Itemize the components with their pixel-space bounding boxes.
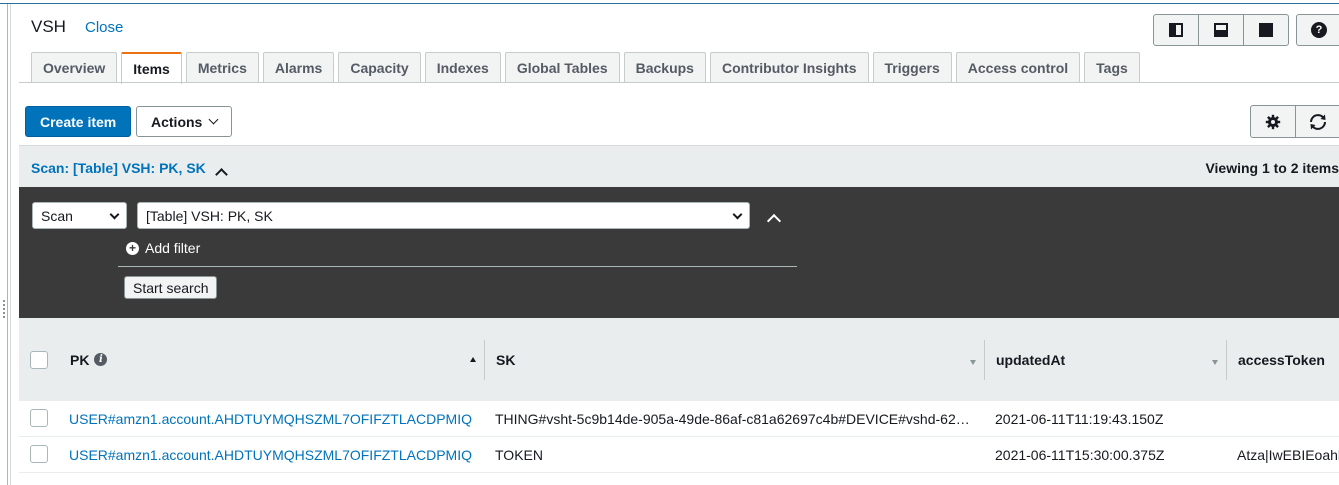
sk-cell: THING#vsht-5c9b14de-905a-49de-86af-c81a6… — [495, 411, 970, 427]
column-resizer[interactable] — [984, 340, 985, 380]
row-checkbox[interactable] — [30, 445, 48, 463]
page-title: VSH — [31, 17, 66, 36]
full-view-icon — [1259, 23, 1273, 37]
tab-alarms[interactable]: Alarms — [262, 52, 335, 83]
table-row[interactable]: USER#amzn1.account.AHDTUYMQHSZML7OFIFZTL… — [19, 401, 1339, 437]
viewing-count: Viewing 1 to 2 items — [1205, 160, 1339, 176]
chevron-down-icon — [109, 209, 120, 220]
pk-cell[interactable]: USER#amzn1.account.AHDTUYMQHSZML7OFIFZTL… — [69, 437, 479, 473]
chevron-down-icon — [732, 209, 743, 220]
main-panel: VSH Close ? Overview Items Metrics Alarm… — [19, 4, 1339, 485]
column-resizer[interactable] — [484, 340, 485, 380]
start-search-button[interactable]: Start search — [124, 276, 218, 299]
scan-mode-select[interactable]: Scan — [32, 202, 127, 229]
refresh-button[interactable] — [1295, 105, 1339, 138]
left-divider — [10, 4, 11, 485]
tab-tags[interactable]: Tags — [1084, 52, 1140, 83]
tab-contributor-insights[interactable]: Contributor Insights — [709, 52, 869, 83]
accesstoken-cell: Atza|IwEBIEoahh — [1237, 447, 1339, 463]
view-toggle-group — [1153, 14, 1289, 46]
chevron-up-icon — [766, 213, 782, 229]
tab-indexes[interactable]: Indexes — [424, 52, 501, 83]
tab-items[interactable]: Items — [121, 52, 182, 84]
scan-target-value: [Table] VSH: PK, SK — [146, 207, 273, 224]
scan-target-select[interactable]: [Table] VSH: PK, SK — [137, 202, 750, 229]
tab-access-control[interactable]: Access control — [955, 52, 1081, 83]
table-header: PK i SK updatedAt accessToken — [19, 318, 1339, 401]
full-view-button[interactable] — [1243, 14, 1289, 46]
tab-overview[interactable]: Overview — [31, 52, 118, 83]
plus-circle-icon: + — [126, 241, 139, 255]
tab-global-tables[interactable]: Global Tables — [504, 52, 620, 83]
updatedat-cell: 2021-06-11T11:19:43.150Z — [995, 411, 1164, 427]
row-checkbox[interactable] — [30, 409, 48, 427]
split-bottom-view-button[interactable] — [1198, 14, 1244, 46]
sort-icon[interactable] — [1212, 360, 1218, 365]
column-label-sk: SK — [496, 351, 516, 368]
resize-handle[interactable] — [3, 300, 5, 318]
help-button[interactable]: ? — [1296, 14, 1339, 46]
column-resizer[interactable] — [1226, 340, 1227, 380]
tab-backups[interactable]: Backups — [623, 52, 706, 83]
column-header-accesstoken[interactable]: accessToken — [1238, 318, 1325, 401]
scan-panel: Scan [Table] VSH: PK, SK + Add filter St… — [19, 187, 1339, 318]
refresh-icon — [1310, 113, 1326, 130]
sk-cell: TOKEN — [495, 447, 543, 463]
help-icon: ? — [1311, 22, 1327, 38]
column-header-updatedat[interactable]: updatedAt — [996, 318, 1065, 401]
left-rail — [0, 4, 8, 485]
tab-triggers[interactable]: Triggers — [872, 52, 952, 83]
split-bottom-icon — [1214, 23, 1228, 37]
chevron-down-icon — [208, 114, 219, 125]
gear-icon — [1265, 114, 1281, 129]
info-icon[interactable]: i — [94, 353, 108, 366]
add-filter-label: Add filter — [145, 240, 201, 256]
create-item-button[interactable]: Create item — [25, 106, 132, 137]
table-tools — [1250, 105, 1339, 138]
scan-mode-value: Scan — [41, 207, 73, 224]
tab-divider — [19, 82, 1339, 83]
column-label-accesstoken: accessToken — [1238, 351, 1325, 368]
updatedat-cell: 2021-06-11T15:30:00.375Z — [995, 447, 1165, 463]
select-all-checkbox-cell — [30, 318, 48, 401]
sort-icon[interactable] — [970, 360, 976, 365]
scan-title[interactable]: Scan: [Table] VSH: PK, SK — [31, 160, 206, 176]
tab-metrics[interactable]: Metrics — [185, 52, 259, 83]
sort-ascending-icon[interactable] — [470, 357, 476, 362]
pk-cell[interactable]: USER#amzn1.account.AHDTUYMQHSZML7OFIFZTL… — [69, 401, 479, 437]
column-label-updatedat: updatedAt — [996, 351, 1066, 368]
split-right-view-button[interactable] — [1153, 14, 1199, 46]
actions-button[interactable]: Actions — [136, 106, 233, 137]
tab-capacity[interactable]: Capacity — [338, 52, 421, 83]
scan-header: Scan: [Table] VSH: PK, SK Viewing 1 to 2… — [19, 145, 1339, 187]
column-header-pk[interactable]: PK i — [70, 318, 108, 401]
panel-collapse-toggle[interactable] — [766, 213, 782, 229]
select-all-checkbox[interactable] — [30, 350, 48, 369]
tab-bar: Overview Items Metrics Alarms Capacity I… — [31, 52, 1144, 84]
settings-button[interactable] — [1250, 105, 1296, 138]
table-row[interactable]: USER#amzn1.account.AHDTUYMQHSZML7OFIFZTL… — [19, 437, 1339, 473]
add-filter-link[interactable]: + Add filter — [126, 240, 200, 256]
split-right-icon — [1169, 23, 1183, 37]
column-label-pk: PK — [70, 351, 90, 368]
actions-label: Actions — [151, 113, 203, 130]
column-header-sk[interactable]: SK — [496, 318, 515, 401]
accesstoken-cell — [1237, 401, 1339, 437]
chevron-up-icon — [215, 168, 228, 181]
scan-collapse-toggle[interactable] — [215, 166, 228, 182]
filter-divider — [118, 266, 797, 267]
close-link[interactable]: Close — [85, 19, 123, 36]
